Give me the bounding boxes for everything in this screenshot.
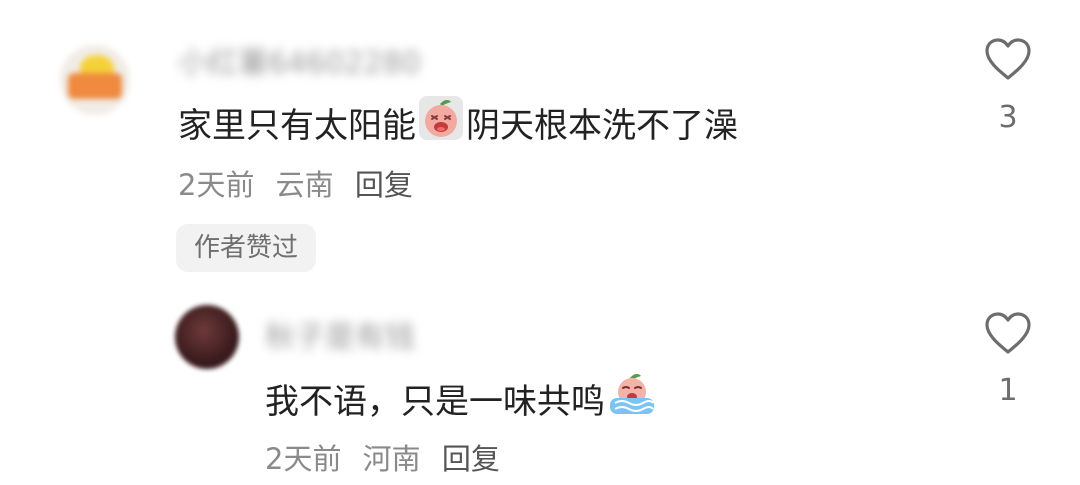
like-count: 1 xyxy=(998,373,1018,408)
reply-button[interactable]: 回复 xyxy=(442,442,500,476)
comment-location: 河南 xyxy=(362,442,421,476)
commenter-username[interactable]: 秋子是有钱 xyxy=(265,312,415,356)
comment-meta: 2天前 河南 回复 xyxy=(265,436,512,478)
comment-text: 家里只有太阳能 阴天根本洗不了澡 xyxy=(178,95,738,150)
heart-outline-icon xyxy=(985,38,1031,80)
sobbing-tears-emoji xyxy=(607,370,657,427)
heart-outline-icon xyxy=(985,312,1031,354)
comment-text: 我不语，只是一味共鸣 xyxy=(265,370,659,427)
author-liked-badge: 作者赞过 xyxy=(176,224,317,272)
comment-time: 2天前 xyxy=(178,168,255,202)
commenter-avatar[interactable] xyxy=(60,45,130,115)
like-count: 3 xyxy=(998,100,1018,135)
comment-time: 2天前 xyxy=(265,442,342,476)
crying-face-emoji xyxy=(418,95,464,150)
comment-text-part: 我不语，只是一味共鸣 xyxy=(265,382,605,422)
commenter-avatar[interactable] xyxy=(175,305,239,369)
like-button[interactable] xyxy=(983,310,1033,356)
comment-text-part: 家里只有太阳能 xyxy=(178,106,416,146)
comment-meta: 2天前 云南 回复 xyxy=(178,162,425,204)
commenter-username[interactable]: 小红薯64602280 xyxy=(178,38,421,82)
comment-text-part: 阴天根本洗不了澡 xyxy=(466,106,738,146)
like-button[interactable] xyxy=(983,36,1033,82)
comment-location: 云南 xyxy=(275,168,334,202)
avatar-image-part xyxy=(68,73,122,99)
reply-button[interactable]: 回复 xyxy=(355,168,413,202)
